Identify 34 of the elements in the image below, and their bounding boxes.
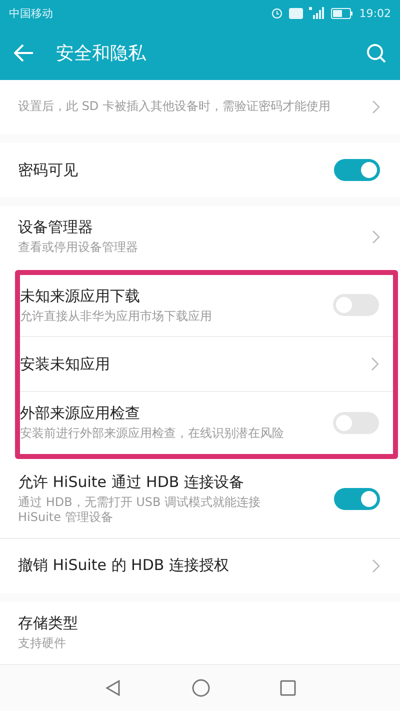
setting-description: 通过 HDB，无需打开 USB 调试模式就能连接 HiSuite 管理设备 <box>18 494 262 526</box>
setting-title: 外部来源应用检查 <box>20 404 141 424</box>
back-arrow-icon[interactable] <box>14 44 34 62</box>
setting-description: 支持硬件 <box>18 636 67 652</box>
search-icon[interactable] <box>366 43 386 63</box>
setting-title: 存储类型 <box>18 614 79 633</box>
toggle-switch[interactable] <box>334 159 380 181</box>
clock-time: 19:02 <box>359 6 391 20</box>
setting-title: 安装未知应用 <box>20 354 111 374</box>
home-circle-icon[interactable] <box>192 679 210 697</box>
hd-icon <box>289 8 304 18</box>
back-triangle-icon[interactable] <box>104 679 122 697</box>
carrier-name: 中国移动 <box>9 6 53 20</box>
toggle-switch[interactable] <box>333 412 379 434</box>
setting-description: 查看或停用设备管理器 <box>18 240 139 256</box>
signal-icon <box>309 7 326 19</box>
setting-description: 设置后，此 SD 卡被插入其他设备时，需验证密码才能使用 <box>18 99 332 115</box>
setting-title: 设备管理器 <box>18 218 94 237</box>
chevron-right-icon <box>371 357 379 372</box>
battery-icon <box>331 8 354 18</box>
setting-description: 允许直接从非华为应用市场下载应用 <box>20 308 213 324</box>
chevron-right-icon <box>372 558 380 573</box>
toggle-switch[interactable] <box>334 488 380 510</box>
chevron-right-icon <box>372 100 380 114</box>
setting-title: 允许 HiSuite 通过 HDB 连接设备 <box>18 472 245 492</box>
alarm-clock-icon <box>271 7 284 19</box>
recents-square-icon[interactable] <box>280 680 296 696</box>
chevron-right-icon <box>372 230 380 244</box>
setting-title: 密码可见 <box>18 160 79 180</box>
setting-description: 安装前进行外部来源应用检查，在线识别潜在风险 <box>20 426 285 442</box>
setting-title: 未知来源应用下载 <box>20 286 141 306</box>
screen-title: 安全和隐私 <box>56 42 147 65</box>
toggle-switch[interactable] <box>333 294 379 316</box>
setting-title: 撤销 HiSuite 的 HDB 连接授权 <box>18 556 230 576</box>
